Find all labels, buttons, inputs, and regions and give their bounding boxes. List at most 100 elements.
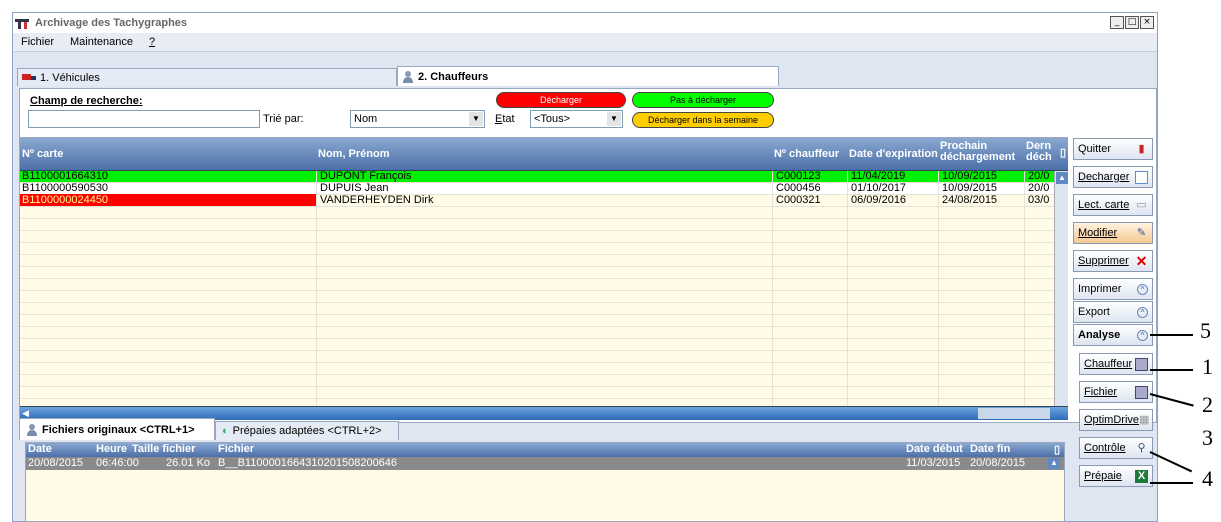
cell-carte: B1100001664310 (22, 170, 109, 182)
decharger-label: Decharger (1078, 171, 1130, 183)
chauffeurs-panel: Champ de recherche: Trié par: Nom ▼ Etat… (19, 88, 1157, 423)
cell-chauffeur: C000456 (776, 182, 821, 194)
annotation-4: 4 (1202, 466, 1213, 491)
cell-expiration: 01/10/2017 (851, 182, 907, 194)
quitter-button[interactable]: Quitter ▮ (1073, 138, 1153, 160)
annotation-5: 5 (1200, 318, 1211, 343)
analyse-button[interactable]: Analyse ^ (1073, 324, 1153, 346)
col-date-fin[interactable]: Date fin (970, 443, 1010, 455)
empty-row (20, 315, 1068, 327)
chauffeur-analysis-button[interactable]: Chauffeur (1079, 353, 1153, 375)
tab-vehicules[interactable]: 1. Véhicules (17, 68, 397, 86)
cell-carte: B1100000024450 (20, 194, 316, 206)
card-reader-icon: ▭ (1136, 198, 1147, 211)
cell-nom: DUPUIS Jean (320, 182, 389, 194)
empty-row (20, 351, 1068, 363)
lect-carte-label: Lect. carte (1078, 199, 1130, 211)
etat-select[interactable]: <Tous> ▼ (530, 110, 623, 128)
window-title: Archivage des Tachygraphes (35, 17, 188, 29)
empty-row (20, 267, 1068, 279)
menu-help[interactable]: ? (149, 36, 155, 48)
document-icon (1135, 170, 1148, 184)
col-carte[interactable]: Nº carte (22, 148, 63, 160)
table-row[interactable]: B1100000024450 VANDERHEYDEN Dirk C000321 06… (20, 194, 1068, 207)
col-fichier[interactable]: Fichier (218, 443, 254, 455)
imprimer-label: Imprimer (1078, 283, 1122, 295)
menu-maintenance[interactable]: Maintenance (70, 36, 133, 48)
col-prochain[interactable]: Prochain déchargement (940, 141, 1026, 163)
scroll-up-icon[interactable]: ▲ (1056, 172, 1068, 184)
col-expiration[interactable]: Date d'expiration (849, 148, 938, 160)
tab-prepaies-adaptees-label: Prépaies adaptées <CTRL+2> (232, 425, 382, 437)
imprimer-button[interactable]: Imprimer ^ (1073, 278, 1153, 300)
app-icon (15, 17, 31, 29)
prepaie-button[interactable]: Prépaie X (1079, 465, 1153, 487)
tab-chauffeurs[interactable]: 2. Chauffeurs (397, 66, 779, 86)
empty-row (20, 387, 1068, 399)
decharger-button[interactable]: Decharger (1073, 166, 1153, 188)
empty-row (20, 339, 1068, 351)
empty-row (20, 291, 1068, 303)
tab-chauffeurs-label: 2. Chauffeurs (418, 70, 489, 83)
col-heure[interactable]: Heure (96, 443, 127, 455)
sort-select[interactable]: Nom ▼ (350, 110, 485, 128)
col-nom[interactable]: Nom, Prénom (318, 148, 390, 160)
cell-nom: VANDERHEYDEN Dirk (320, 194, 434, 206)
chauffeur-label: Chauffeur (1084, 358, 1133, 370)
menu-fichier[interactable]: Fichier (21, 36, 54, 48)
empty-row (20, 363, 1068, 375)
col-date[interactable]: Date (28, 443, 52, 455)
column-chooser-icon[interactable]: ▯ (1054, 443, 1060, 456)
file-taille: 26.01 Ko (166, 457, 211, 469)
optimdrive-button[interactable]: OptimDrive ▦ (1079, 409, 1153, 431)
delete-icon: ✕ (1135, 252, 1148, 269)
minimize-button[interactable]: _ (1110, 16, 1124, 29)
controle-label: Contrôle (1084, 442, 1126, 454)
controle-button[interactable]: Contrôle ⚲ (1079, 437, 1153, 459)
main-tabs: 1. Véhicules 2. Chauffeurs (13, 66, 1157, 88)
supprimer-label: Supprimer (1078, 255, 1129, 267)
vertical-scrollbar[interactable]: ▲ (1054, 171, 1068, 407)
empty-row (20, 255, 1068, 267)
file-row[interactable]: 20/08/2015 06:46:00 26.01 Ko B__B1100001… (26, 457, 1064, 470)
file-fin: 20/08/2015 (970, 457, 1026, 469)
column-chooser-icon[interactable]: ▯ (1060, 146, 1066, 159)
col-taille[interactable]: Taille fichier (132, 443, 195, 455)
close-button[interactable]: × (1140, 16, 1154, 29)
exit-icon: ▮ (1138, 142, 1145, 155)
cell-nom: DUPONT François (320, 170, 412, 182)
file-tabs: Fichiers originaux <CTRL+1> ◐ Prépaies a… (19, 418, 1065, 440)
col-date-debut[interactable]: Date début (906, 443, 963, 455)
prepaie-label: Prépaie (1084, 470, 1122, 482)
supprimer-button[interactable]: Supprimer ✕ (1073, 250, 1153, 272)
tab-fichiers-originaux[interactable]: Fichiers originaux <CTRL+1> (19, 418, 215, 440)
report-icon (1135, 385, 1148, 399)
empty-row (20, 279, 1068, 291)
lect-carte-button[interactable]: Lect. carte ▭ (1073, 194, 1153, 216)
expand-icon: ^ (1137, 329, 1148, 341)
fichier-label: Fichier (1084, 386, 1118, 398)
table-header: Nº carte Nom, Prénom Nº chauffeur Date d… (20, 138, 1068, 171)
file-date: 20/08/2015 (28, 457, 84, 469)
legend-decharger-semaine: Décharger dans la semaine (632, 112, 774, 128)
maximize-button[interactable]: □ (1125, 16, 1139, 29)
report-icon (1135, 357, 1148, 371)
person-icon (26, 423, 38, 436)
fichier-analysis-button[interactable]: Fichier (1079, 381, 1153, 403)
col-chauffeur[interactable]: Nº chauffeur (774, 148, 839, 160)
edit-icon: ✎ (1136, 226, 1147, 239)
tab-prepaies-adaptees[interactable]: ◐ Prépaies adaptées <CTRL+2> (215, 421, 399, 440)
cell-expiration: 11/04/2019 (851, 170, 906, 182)
export-label: Export (1078, 306, 1110, 318)
table-body: B1100001664310 DUPONT François C000123 11/0… (20, 170, 1068, 411)
files-table: Date Heure Taille fichier Fichier Date d… (25, 442, 1065, 522)
file-debut: 11/03/2015 (906, 457, 961, 469)
modifier-button[interactable]: Modifier ✎ (1073, 222, 1153, 244)
empty-row (20, 207, 1068, 219)
scroll-up-icon[interactable]: ▲ (1048, 458, 1060, 469)
cell-dernier: 03/0 (1028, 194, 1050, 206)
search-input[interactable] (28, 110, 260, 128)
files-header: Date Heure Taille fichier Fichier Date d… (26, 443, 1064, 457)
col-dernier[interactable]: Dern déch (1026, 141, 1054, 163)
export-button[interactable]: Export ^ (1073, 301, 1153, 323)
